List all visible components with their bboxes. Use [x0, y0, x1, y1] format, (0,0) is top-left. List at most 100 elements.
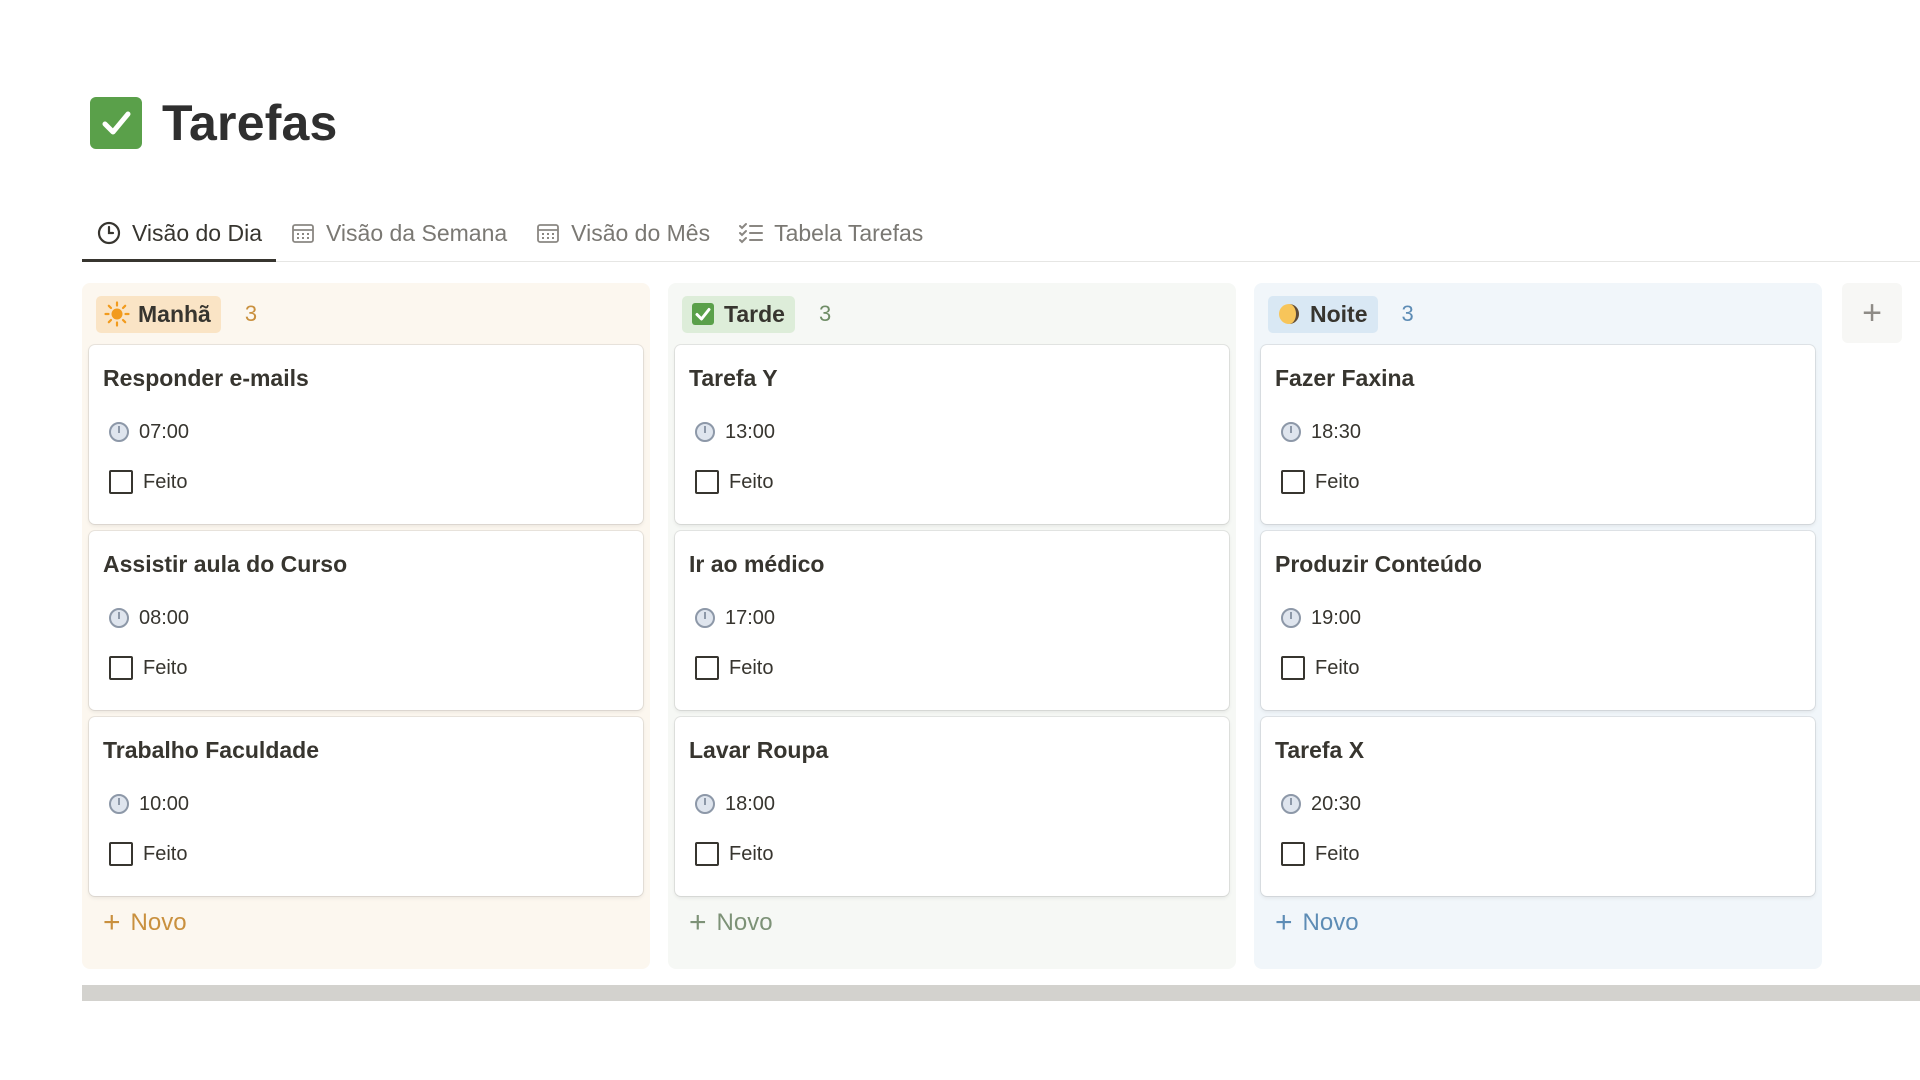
done-checkbox[interactable]: [695, 656, 719, 680]
horizontal-scrollbar[interactable]: [82, 985, 1920, 1001]
done-checkbox[interactable]: [1281, 842, 1305, 866]
page-title: Tarefas: [162, 95, 338, 151]
task-time-value: 18:30: [1311, 420, 1362, 443]
done-checkbox[interactable]: [109, 656, 133, 680]
new-task-button[interactable]: + Novo: [675, 903, 1229, 943]
group-pill-manha[interactable]: Manhã: [96, 295, 221, 333]
tab-label: Tabela Tarefas: [774, 219, 924, 246]
task-title: Lavar Roupa: [689, 737, 829, 763]
group-count: 3: [244, 301, 258, 326]
group-name: Noite: [1310, 300, 1368, 327]
done-checkbox[interactable]: [1281, 470, 1305, 494]
group-pill-tarde[interactable]: Tarde: [682, 295, 795, 333]
plus-icon: +: [689, 906, 707, 939]
calendar-icon: [535, 220, 561, 246]
task-time-value: 08:00: [139, 606, 190, 629]
calendar-icon: [290, 220, 316, 246]
done-label: Feito: [1315, 656, 1360, 679]
task-time-value: 10:00: [139, 792, 190, 815]
done-label: Feito: [143, 842, 188, 865]
new-task-button[interactable]: + Novo: [1261, 903, 1815, 943]
task-card[interactable]: Tarefa Y 13:00 Feito: [675, 345, 1229, 524]
tab-visao-do-dia[interactable]: Visão do Dia: [82, 205, 276, 262]
plus-icon: +: [1862, 293, 1882, 332]
tab-visao-da-semana[interactable]: Visão da Semana: [276, 205, 521, 261]
done-row: Feito: [103, 653, 629, 683]
done-checkbox[interactable]: [1281, 656, 1305, 680]
task-time: 18:00: [689, 789, 1215, 819]
done-label: Feito: [729, 842, 774, 865]
done-checkbox[interactable]: [109, 470, 133, 494]
add-group-button[interactable]: +: [1842, 283, 1902, 343]
check-box-icon: [90, 97, 142, 149]
task-time: 18:30: [1275, 417, 1801, 447]
clock-icon: [1281, 608, 1301, 628]
task-card[interactable]: Produzir Conteúdo 19:00 Feito: [1261, 531, 1815, 710]
group-name: Manhã: [138, 300, 211, 327]
done-checkbox[interactable]: [695, 842, 719, 866]
done-label: Feito: [1315, 470, 1360, 493]
task-time: 07:00: [103, 417, 629, 447]
column-manha: Manhã 3 Responder e-mails 07:00 Feito As…: [82, 283, 650, 969]
clock-icon: [1281, 794, 1301, 814]
task-time: 19:00: [1275, 603, 1801, 633]
group-name: Tarde: [724, 300, 785, 327]
done-label: Feito: [729, 470, 774, 493]
new-task-button[interactable]: + Novo: [89, 903, 643, 943]
task-card[interactable]: Fazer Faxina 18:30 Feito: [1261, 345, 1815, 524]
new-label: Novo: [716, 909, 773, 936]
task-title: Fazer Faxina: [1275, 365, 1415, 391]
task-card[interactable]: Assistir aula do Curso 08:00 Feito: [89, 531, 643, 710]
done-label: Feito: [729, 656, 774, 679]
task-time-value: 19:00: [1311, 606, 1362, 629]
task-title: Tarefa Y: [689, 365, 778, 391]
task-title: Produzir Conteúdo: [1275, 551, 1482, 577]
task-time: 08:00: [103, 603, 629, 633]
new-label: Novo: [130, 909, 187, 936]
done-label: Feito: [1315, 842, 1360, 865]
task-time-value: 18:00: [725, 792, 776, 815]
tab-tabela-tarefas[interactable]: Tabela Tarefas: [724, 205, 937, 261]
group-pill-noite[interactable]: Noite: [1268, 295, 1378, 333]
new-label: Novo: [1302, 909, 1359, 936]
task-time-value: 20:30: [1311, 792, 1362, 815]
done-row: Feito: [689, 467, 1215, 497]
clock-icon: [96, 220, 122, 246]
moon-icon: [1276, 301, 1302, 327]
done-checkbox[interactable]: [695, 470, 719, 494]
clock-icon: [109, 794, 129, 814]
task-card[interactable]: Trabalho Faculdade 10:00 Feito: [89, 717, 643, 896]
done-row: Feito: [1275, 467, 1801, 497]
clock-icon: [109, 422, 129, 442]
task-time: 10:00: [103, 789, 629, 819]
done-label: Feito: [143, 656, 188, 679]
view-tabs: Visão do Dia Visão da Semana Visão do Mê…: [82, 206, 1920, 262]
task-title: Trabalho Faculdade: [103, 737, 319, 763]
clock-icon: [695, 608, 715, 628]
tab-visao-do-mes[interactable]: Visão do Mês: [521, 205, 724, 261]
done-label: Feito: [143, 470, 188, 493]
done-row: Feito: [689, 839, 1215, 869]
column-header: Noite 3: [1261, 283, 1815, 345]
done-row: Feito: [689, 653, 1215, 683]
clock-icon: [695, 794, 715, 814]
task-time-value: 17:00: [725, 606, 776, 629]
task-title: Tarefa X: [1275, 737, 1365, 763]
task-time-value: 13:00: [725, 420, 776, 443]
task-card[interactable]: Responder e-mails 07:00 Feito: [89, 345, 643, 524]
group-count: 3: [818, 301, 832, 326]
checklist-icon: [738, 220, 764, 246]
task-card[interactable]: Lavar Roupa 18:00 Feito: [675, 717, 1229, 896]
done-checkbox[interactable]: [109, 842, 133, 866]
done-row: Feito: [103, 839, 629, 869]
task-card[interactable]: Ir ao médico 17:00 Feito: [675, 531, 1229, 710]
done-row: Feito: [103, 467, 629, 497]
plus-icon: +: [103, 906, 121, 939]
task-card[interactable]: Tarefa X 20:30 Feito: [1261, 717, 1815, 896]
done-row: Feito: [1275, 653, 1801, 683]
column-header: Manhã 3: [89, 283, 643, 345]
task-title: Ir ao médico: [689, 551, 825, 577]
task-time: 20:30: [1275, 789, 1801, 819]
task-title: Responder e-mails: [103, 365, 309, 391]
column-tarde: Tarde 3 Tarefa Y 13:00 Feito Ir ao médic…: [668, 283, 1236, 969]
